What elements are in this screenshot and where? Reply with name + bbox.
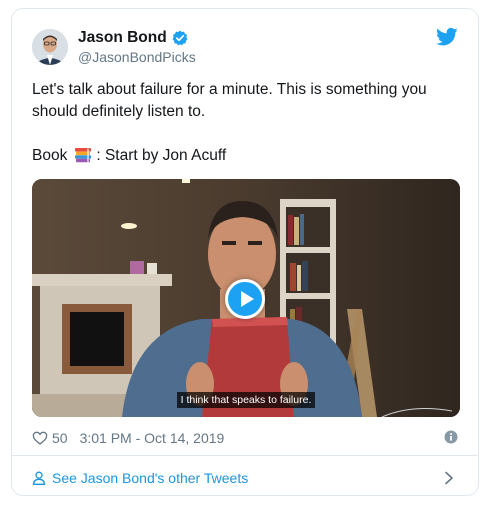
tweet-card: Jason Bond @JasonBondPicks Let's talk ab… (11, 8, 479, 496)
heart-icon[interactable] (32, 430, 48, 446)
twitter-bird-icon[interactable] (436, 27, 458, 47)
tweet-header: Jason Bond @JasonBondPicks (32, 27, 458, 67)
footer-divider (12, 455, 478, 456)
tweet-text: Let's talk about failure for a minute. T… (32, 79, 462, 167)
timestamp[interactable]: 3:01 PM - Oct 14, 2019 (80, 430, 225, 446)
info-icon[interactable] (444, 430, 458, 444)
chevron-right-icon[interactable] (444, 471, 454, 485)
play-button[interactable] (225, 279, 265, 319)
tweet-text-line: Let's talk about failure for a minute. T… (32, 81, 427, 120)
video-player[interactable]: I think that speaks to failure. (32, 179, 460, 417)
see-other-tweets-label[interactable]: See Jason Bond's other Tweets (52, 470, 248, 486)
video-caption: I think that speaks to failure. (32, 390, 460, 408)
person-icon (32, 471, 46, 485)
book-prefix: Book (32, 147, 68, 164)
see-other-tweets-link[interactable]: See Jason Bond's other Tweets (32, 465, 458, 491)
book-line: Book : Start by Jon Acuff (32, 145, 462, 167)
books-emoji-icon (73, 146, 93, 166)
author-display-name[interactable]: Jason Bond (78, 29, 167, 47)
tweet-meta: 50 3:01 PM - Oct 14, 2019 (32, 427, 458, 449)
play-icon (240, 291, 254, 307)
name-row: Jason Bond (78, 29, 188, 47)
like-count[interactable]: 50 (52, 430, 68, 446)
book-suffix: : Start by Jon Acuff (96, 147, 227, 164)
video-caption-text: I think that speaks to failure. (176, 392, 316, 408)
author-handle[interactable]: @JasonBondPicks (78, 49, 196, 65)
verified-badge-icon (172, 30, 188, 46)
avatar[interactable] (32, 29, 68, 65)
